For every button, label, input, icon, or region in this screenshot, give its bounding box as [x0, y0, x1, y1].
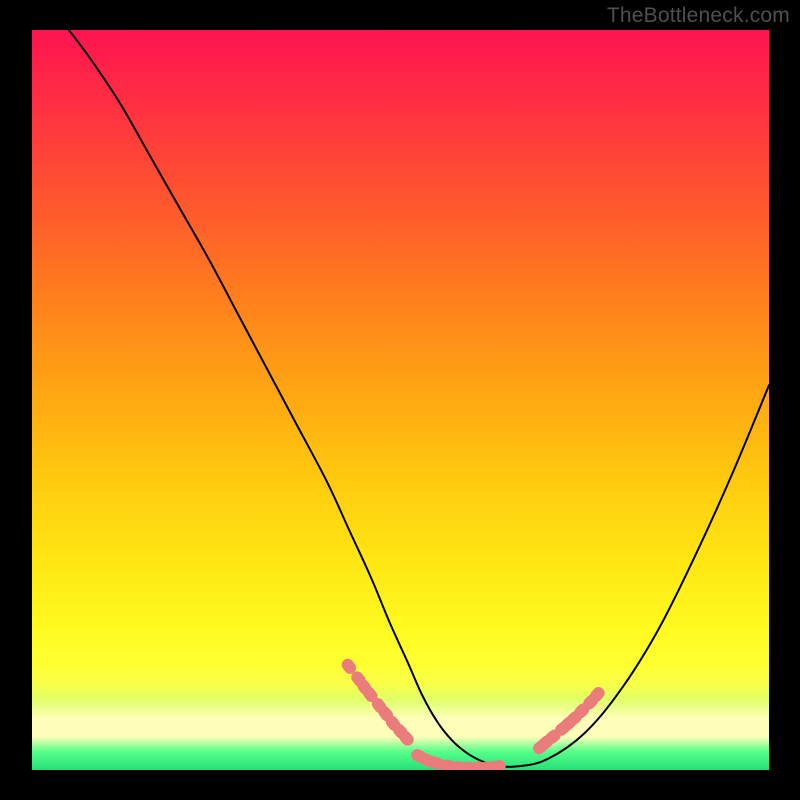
bottleneck-curve [69, 30, 769, 767]
highlight-marker [489, 759, 506, 770]
watermark-text: TheBottleneck.com [607, 4, 790, 28]
chart-svg [32, 30, 769, 770]
chart-frame: TheBottleneck.com [0, 0, 800, 800]
plot-area [32, 30, 769, 770]
